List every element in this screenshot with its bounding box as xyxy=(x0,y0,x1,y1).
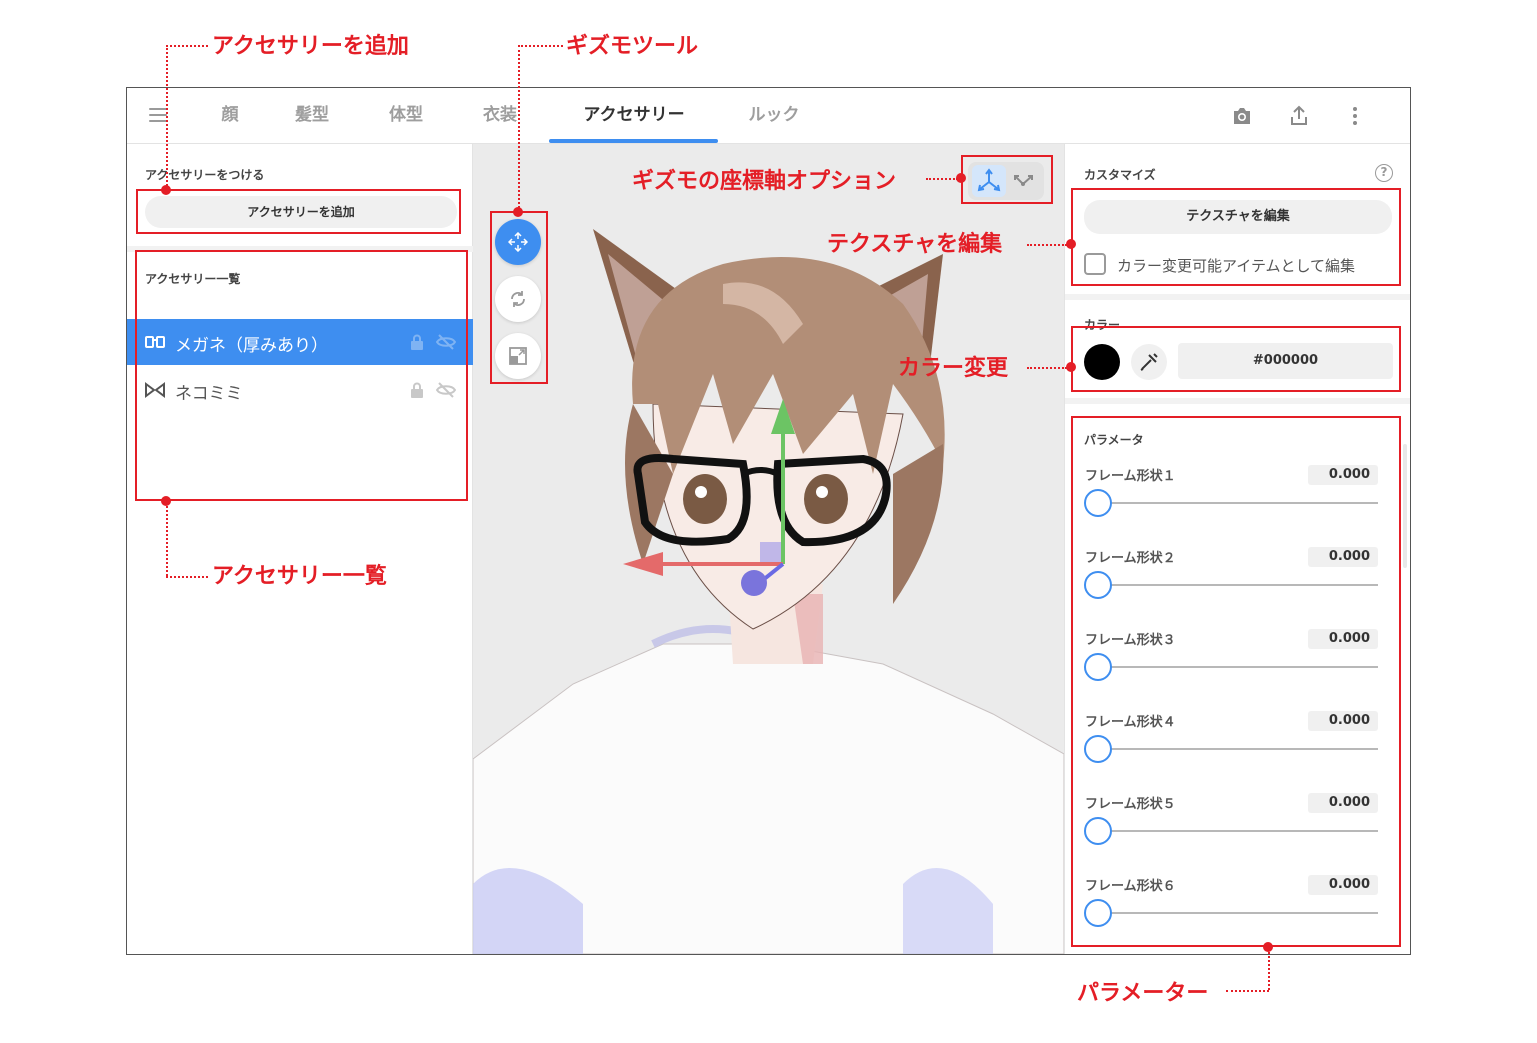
active-tab-indicator xyxy=(549,139,718,143)
more-vertical-icon[interactable] xyxy=(1343,104,1367,128)
avatar-render xyxy=(473,229,1064,954)
annotation-leader xyxy=(166,45,208,47)
help-icon[interactable]: ? xyxy=(1375,164,1393,182)
annotation-box xyxy=(135,250,468,501)
tab-body[interactable]: 体型 xyxy=(381,88,431,144)
annotation-box xyxy=(1071,416,1401,947)
tab-hairstyle[interactable]: 髪型 xyxy=(287,88,337,144)
camera-icon[interactable] xyxy=(1230,104,1254,128)
top-bar: 顔 髪型 体型 衣装 アクセサリー ルック xyxy=(127,88,1410,144)
hamburger-icon[interactable] xyxy=(149,108,167,122)
annotation-color-change: カラー変更 xyxy=(898,356,1009,381)
annotation-leader xyxy=(166,45,168,190)
right-divider xyxy=(1065,294,1410,300)
annotation-edit-texture: テクスチャを編集 xyxy=(827,232,1003,257)
annotation-leader xyxy=(518,45,563,47)
annotation-parameter: パラメーター xyxy=(1077,981,1209,1006)
annotation-leader xyxy=(1268,948,1270,990)
annotation-accessory-list: アクセサリー一覧 xyxy=(212,564,387,589)
annotation-add-accessory: アクセサリーを追加 xyxy=(212,34,409,59)
share-icon[interactable] xyxy=(1287,104,1311,128)
annotation-gizmo-axis-option: ギズモの座標軸オプション xyxy=(632,169,897,194)
3d-viewport[interactable] xyxy=(473,144,1064,954)
annotation-box xyxy=(1071,188,1401,286)
annotation-box xyxy=(136,189,461,234)
annotation-leader xyxy=(1027,367,1067,369)
scrollbar[interactable] xyxy=(1403,444,1407,568)
annotation-leader xyxy=(166,576,208,578)
tab-look[interactable]: ルック xyxy=(739,88,809,144)
annotation-gizmo-tool: ギズモツール xyxy=(566,34,699,59)
tab-accessory[interactable]: アクセサリー xyxy=(559,88,709,144)
attach-section-label: アクセサリーをつける xyxy=(145,168,265,182)
annotation-box xyxy=(1071,326,1401,392)
customize-label: カスタマイズ xyxy=(1084,168,1156,182)
annotation-leader xyxy=(1226,990,1269,992)
right-divider xyxy=(1065,398,1410,404)
annotation-leader xyxy=(166,502,168,576)
annotation-leader xyxy=(518,45,520,212)
annotation-box xyxy=(961,155,1053,204)
annotation-box xyxy=(490,211,548,384)
annotation-leader xyxy=(1027,244,1067,246)
annotation-leader xyxy=(926,178,958,180)
tab-face[interactable]: 顔 xyxy=(215,88,245,144)
